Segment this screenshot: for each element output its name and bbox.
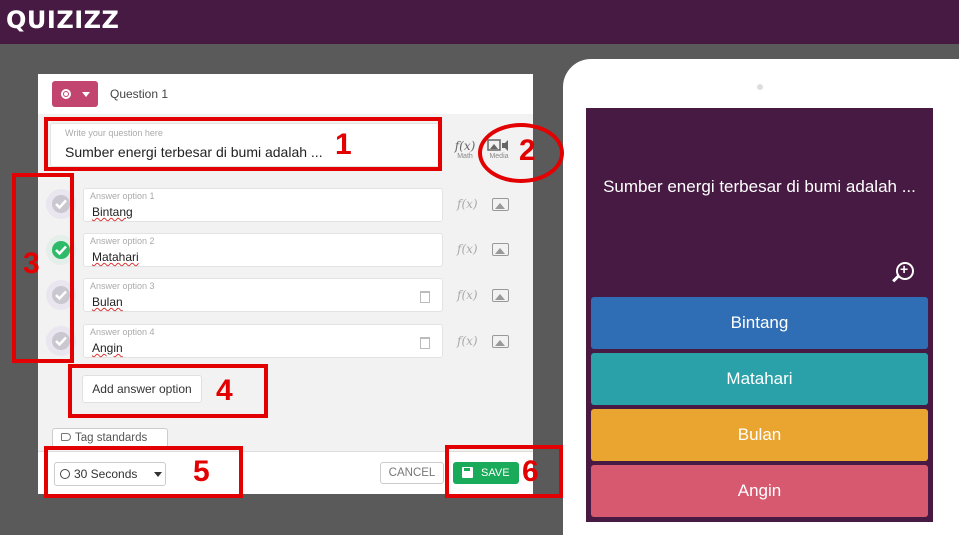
image-icon[interactable] — [492, 335, 509, 348]
answer-value: Angin — [92, 341, 123, 355]
question-type-dropdown[interactable] — [52, 81, 98, 107]
annotation-number-6: 6 — [522, 455, 539, 488]
answer-placeholder: Answer option 2 — [90, 236, 155, 246]
math-tool-button[interactable]: f(x) Math — [450, 139, 480, 160]
image-icon[interactable] — [492, 243, 509, 256]
tag-icon — [61, 433, 71, 441]
math-label: Math — [457, 153, 473, 160]
cancel-button[interactable]: CANCEL — [380, 462, 444, 484]
answer-input-2[interactable]: Answer option 2 Matahari — [83, 233, 443, 267]
annotation-box-6 — [445, 445, 563, 498]
image-icon[interactable] — [492, 198, 509, 211]
math-icon[interactable]: f(x) — [457, 288, 478, 302]
answer-value: Bulan — [92, 295, 123, 309]
tag-standards-button[interactable]: Tag standards — [52, 428, 168, 448]
annotation-box-3 — [12, 173, 74, 363]
editor-header: Question 1 — [38, 74, 533, 114]
preview-option-4[interactable]: Angin — [591, 465, 928, 517]
answer-value: Bintang — [92, 205, 133, 219]
tag-standards-label: Tag standards — [75, 432, 148, 444]
math-icon[interactable]: f(x) — [457, 334, 478, 348]
math-icon[interactable]: f(x) — [457, 242, 478, 256]
annotation-number-1: 1 — [335, 128, 352, 161]
answer-input-3[interactable]: Answer option 3 Bulan — [83, 278, 443, 312]
math-icon[interactable]: f(x) — [457, 197, 478, 211]
answer-input-1[interactable]: Answer option 1 Bintang — [83, 188, 443, 222]
answer-input-4[interactable]: Answer option 4 Angin — [83, 324, 443, 358]
question-number-label: Question 1 — [110, 87, 169, 101]
preview-option-2[interactable]: Matahari — [591, 353, 928, 405]
preview-option-1[interactable]: Bintang — [591, 297, 928, 349]
top-bar: QUIZIZZ — [0, 0, 959, 44]
annotation-number-5: 5 — [193, 455, 210, 488]
annotation-box-1 — [44, 117, 442, 171]
preview-option-3[interactable]: Bulan — [591, 409, 928, 461]
annotation-number-4: 4 — [216, 374, 233, 407]
multiple-choice-icon — [61, 89, 71, 99]
answer-placeholder: Answer option 4 — [90, 327, 155, 337]
zoom-in-icon[interactable] — [896, 261, 914, 280]
image-icon[interactable] — [492, 289, 509, 302]
answer-placeholder: Answer option 1 — [90, 191, 155, 201]
annotation-number-2: 2 — [519, 134, 536, 167]
preview-question-text: Sumber energi terbesar di bumi adalah ..… — [603, 177, 916, 196]
trash-icon[interactable] — [420, 291, 430, 303]
annotation-number-3: 3 — [23, 247, 40, 280]
answer-placeholder: Answer option 3 — [90, 281, 155, 291]
tablet-camera — [757, 84, 763, 90]
annotation-box-4 — [68, 364, 268, 418]
quizizz-logo[interactable]: QUIZIZZ — [6, 6, 119, 34]
math-icon: f(x) — [454, 139, 476, 153]
trash-icon[interactable] — [420, 337, 430, 349]
chevron-down-icon — [82, 92, 90, 97]
answer-value: Matahari — [92, 250, 139, 264]
annotation-box-5 — [44, 446, 243, 498]
